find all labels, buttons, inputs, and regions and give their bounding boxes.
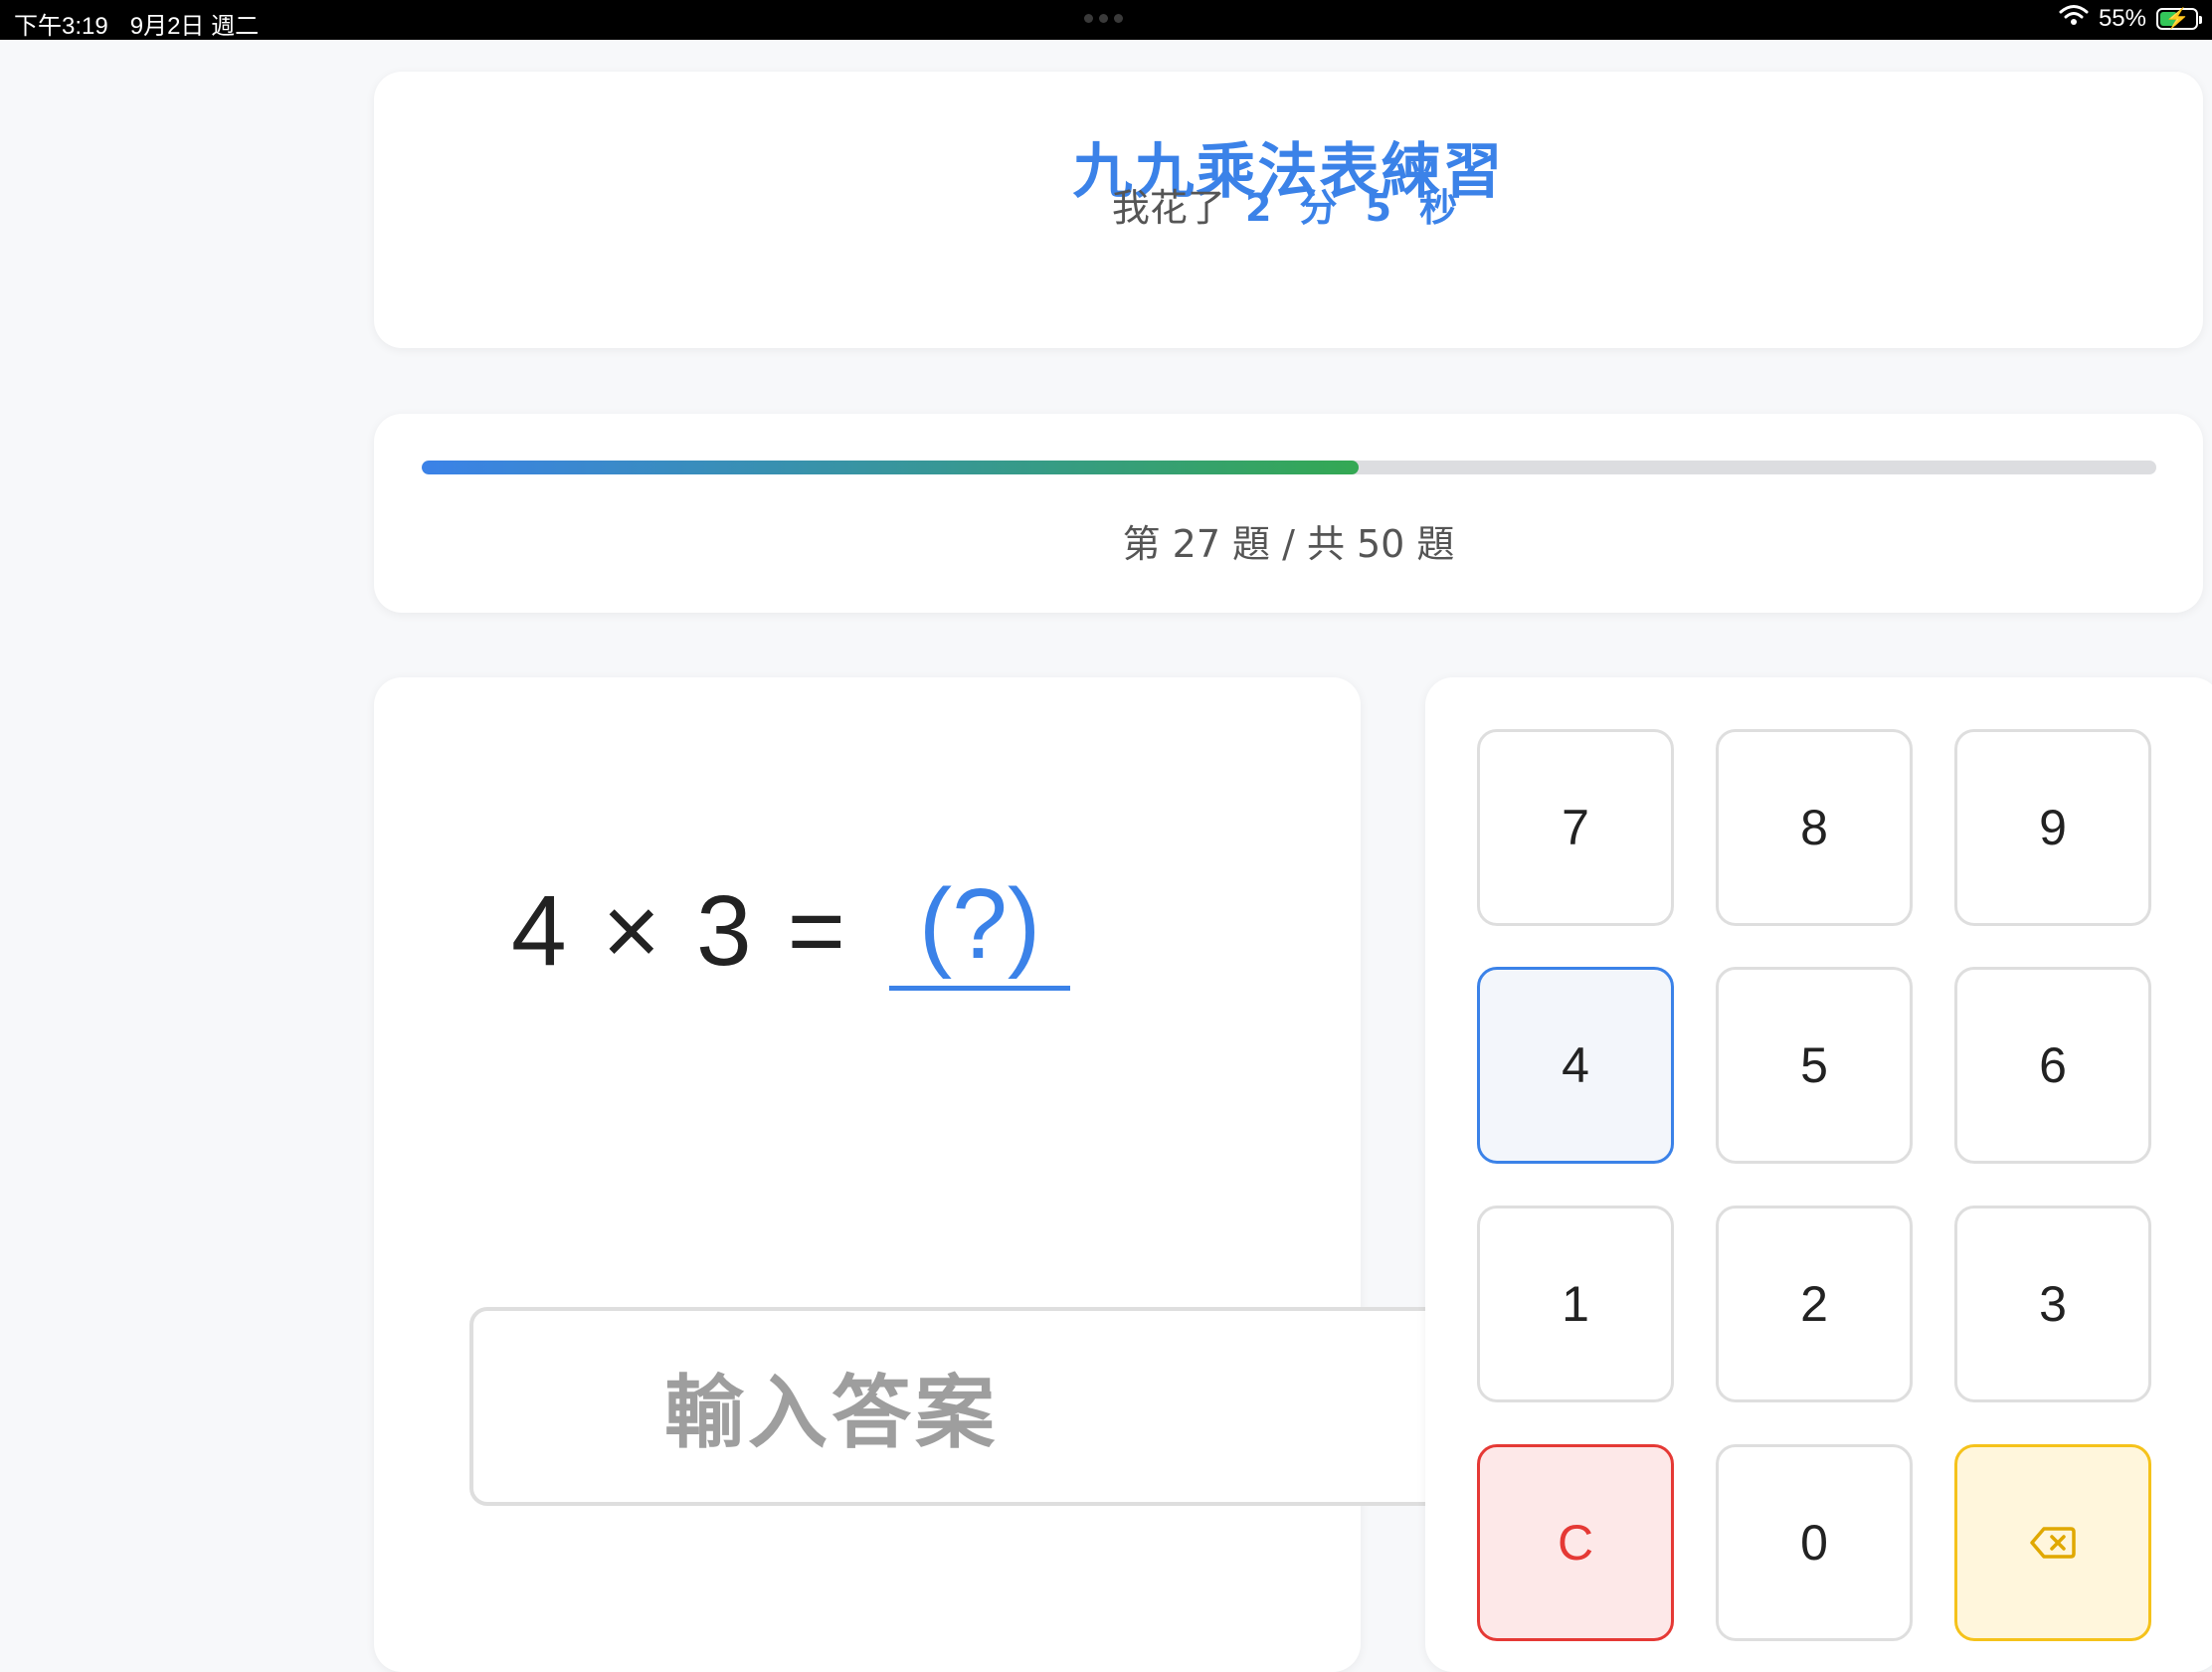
answer-input-placeholder: 輸入答案 [664,1367,999,1459]
status-bar-right: 55% ⚡ [2059,4,2202,33]
wifi-icon [2059,4,2089,33]
answer-input[interactable]: 輸入答案 [469,1307,1464,1506]
answer-slot: (?) [889,874,1071,991]
backspace-button[interactable] [1954,1444,2151,1641]
status-bar-left: 下午3:19 9月2日 週二 [14,6,259,41]
progress-prefix: 第 [1122,522,1161,566]
key-8[interactable]: 8 [1716,729,1913,926]
timer-minutes: 2 [1244,186,1272,230]
timer-seconds-unit: 秒 [1419,186,1458,230]
key-0[interactable]: 0 [1716,1444,1913,1641]
progress-mid: 題 / 共 [1232,522,1345,566]
progress-label: 第 27 題 / 共 50 題 [374,513,2203,568]
operand-a: 4 [510,875,567,987]
key-6[interactable]: 6 [1954,967,2151,1164]
progress-total: 50 [1356,522,1405,566]
battery-percent: 55% [2098,4,2146,32]
key-7[interactable]: 7 [1477,729,1674,926]
equals-sign: = [787,875,846,987]
status-bar: 下午3:19 9月2日 週二 55% ⚡ [0,0,2212,40]
progress-card: 第 27 題 / 共 50 題 [374,414,2203,613]
header-card: 九九乘法表練習 我花了 2 分 5 秒 [374,72,2203,348]
key-4[interactable]: 4 [1477,967,1674,1164]
question-card: 4 × 3 = (?) 輸入答案 [374,677,1464,1672]
multiplication-equation: 4 × 3 = (?) [288,874,1275,991]
progress-current: 27 [1172,522,1221,566]
key-3[interactable]: 3 [1954,1206,2151,1402]
battery-icon: ⚡ [2156,7,2202,30]
timer-seconds: 5 [1365,186,1392,230]
progress-suffix: 題 [1416,522,1455,566]
clear-button[interactable]: C [1477,1444,1674,1641]
operand-b: 3 [696,875,752,987]
backspace-icon [2030,1514,2076,1572]
multitasking-handle[interactable] [1084,14,1123,23]
operator: × [602,875,660,987]
elapsed-timer: 我花了 2 分 5 秒 [374,177,2203,232]
timer-minutes-unit: 分 [1299,186,1338,230]
key-9[interactable]: 9 [1954,729,2151,926]
key-5[interactable]: 5 [1716,967,1913,1164]
status-date: 9月2日 週二 [129,13,260,40]
progress-bar [422,461,2156,474]
status-time: 下午3:19 [14,13,108,40]
key-2[interactable]: 2 [1716,1206,1913,1402]
progress-bar-fill [422,461,1359,474]
timer-prefix: 我花了 [1111,186,1225,230]
key-1[interactable]: 1 [1477,1206,1674,1402]
keypad-card: 7 8 9 4 5 6 1 2 3 C 0 [1425,677,2212,1672]
